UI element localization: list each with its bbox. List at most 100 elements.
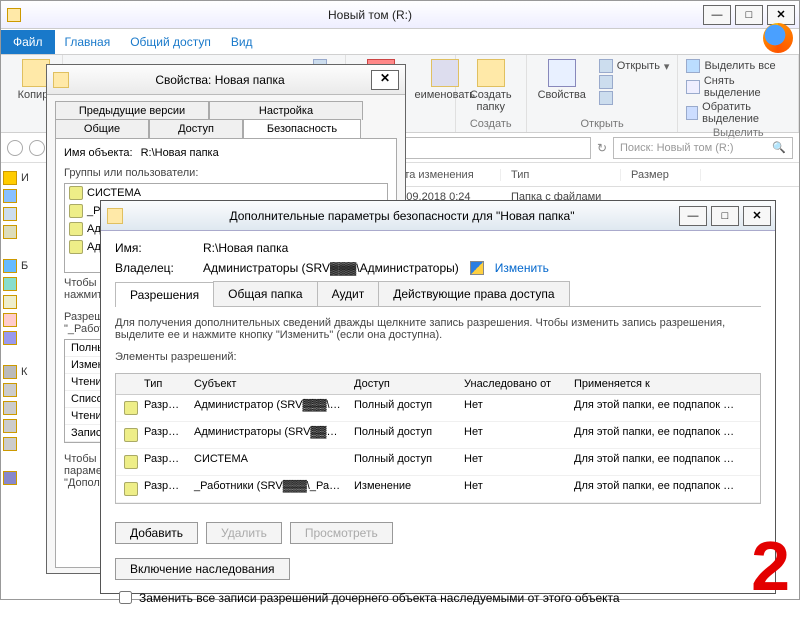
table-row[interactable]: Разр…_Работники (SRV▓▓▓\_Работ…Изменение… — [116, 476, 760, 503]
history-button[interactable] — [599, 91, 670, 105]
tab-view[interactable]: Вид — [221, 30, 263, 54]
new-folder-button[interactable]: Создать папку — [464, 59, 518, 113]
tab-general[interactable]: Общие — [55, 119, 149, 138]
nav-back-button[interactable] — [7, 140, 23, 156]
overlay-number: 2 — [751, 526, 790, 606]
recent-icon — [3, 225, 17, 239]
tab-share[interactable]: Общая папка — [213, 281, 317, 306]
window-title: Новый том (R:) — [41, 8, 699, 22]
video-icon — [3, 277, 17, 291]
minimize-button[interactable]: — — [703, 5, 731, 25]
view-button[interactable]: Просмотреть — [290, 522, 393, 544]
sidebar-item[interactable] — [3, 207, 43, 221]
table-row[interactable]: Разр…Администратор (SRV▓▓▓\Ад…Полный дос… — [116, 395, 760, 422]
tab-share[interactable]: Общий доступ — [120, 30, 221, 54]
sidebar-item[interactable] — [3, 277, 43, 291]
sidebar-item[interactable] — [3, 437, 43, 451]
object-label: Имя объекта: — [64, 147, 133, 159]
sidebar-item[interactable] — [3, 401, 43, 415]
drive-icon — [7, 8, 21, 22]
remove-button[interactable]: Удалить — [206, 522, 282, 544]
open-icon — [599, 59, 613, 73]
sidebar-item[interactable] — [3, 471, 43, 485]
elements-label: Элементы разрешений: — [115, 351, 761, 363]
search-icon: 🔍 — [772, 141, 786, 154]
tab-sharing[interactable]: Доступ — [149, 119, 243, 138]
sidebar: И Б К — [3, 167, 43, 489]
tab-audit[interactable]: Аудит — [317, 281, 380, 306]
select-invert-icon — [686, 106, 698, 120]
tab-permissions[interactable]: Разрешения — [115, 282, 214, 307]
properties-button[interactable]: Свойства — [535, 59, 589, 105]
owner-value: Администраторы (SRV▓▓▓\Администраторы) — [203, 261, 459, 275]
permissions-table: Тип Субъект Доступ Унаследовано от Приме… — [115, 373, 761, 504]
sidebar-item[interactable] — [3, 419, 43, 433]
sidebar-item[interactable] — [3, 295, 43, 309]
shield-icon — [470, 261, 484, 275]
tab-home[interactable]: Главная — [55, 30, 121, 54]
sidebar-item[interactable]: К — [3, 365, 43, 379]
replace-checkbox[interactable] — [119, 591, 132, 604]
table-header: Тип Субъект Доступ Унаследовано от Приме… — [116, 374, 760, 395]
tab-customize[interactable]: Настройка — [209, 101, 363, 120]
group-icon — [69, 222, 83, 236]
select-all-button[interactable]: Выделить все — [686, 59, 790, 73]
network-icon — [3, 471, 17, 485]
sidebar-item[interactable] — [3, 383, 43, 397]
search-input[interactable]: Поиск: Новый том (R:)🔍 — [613, 137, 793, 159]
table-row[interactable]: Разр…Администраторы (SRV▓▓▓\А…Полный дос… — [116, 422, 760, 449]
group-icon — [124, 428, 138, 442]
select-none-icon — [686, 80, 699, 94]
add-button[interactable]: Добавить — [115, 522, 198, 544]
table-row[interactable]: Разр…СИСТЕМАПолный доступНетДля этой пап… — [116, 449, 760, 476]
folder-icon — [53, 72, 69, 88]
tab-effective[interactable]: Действующие права доступа — [378, 281, 569, 306]
close-button[interactable]: ✕ — [767, 5, 795, 25]
pics-icon — [3, 313, 17, 327]
tab-previous-versions[interactable]: Предыдущие версии — [55, 101, 209, 120]
ribbon-tabs: Файл Главная Общий доступ Вид — [1, 29, 799, 55]
properties-titlebar: Свойства: Новая папка ✕ — [47, 65, 405, 95]
group-icon — [69, 186, 83, 200]
folder-icon — [107, 208, 123, 224]
close-button[interactable]: ✕ — [743, 206, 771, 226]
sidebar-item[interactable]: И — [3, 171, 43, 185]
download-icon — [3, 189, 17, 203]
sidebar-item[interactable] — [3, 313, 43, 327]
tab-security[interactable]: Безопасность — [243, 119, 361, 138]
sidebar-item[interactable]: Б — [3, 259, 43, 273]
music-icon — [3, 331, 17, 345]
file-tab[interactable]: Файл — [1, 30, 55, 54]
edit-button[interactable] — [599, 75, 670, 89]
maximize-button[interactable]: □ — [735, 5, 763, 25]
open-button[interactable]: Открыть▾ — [599, 59, 670, 73]
history-icon — [599, 91, 613, 105]
sidebar-item[interactable] — [3, 189, 43, 203]
maximize-button[interactable]: □ — [711, 206, 739, 226]
name-value: R:\Новая папка — [203, 241, 288, 255]
sidebar-item[interactable] — [3, 331, 43, 345]
select-all-icon — [686, 59, 700, 73]
close-button[interactable]: ✕ — [371, 70, 399, 90]
properties-title: Свойства: Новая папка — [75, 73, 365, 87]
docs-icon — [3, 295, 17, 309]
change-owner-link[interactable]: Изменить — [495, 261, 549, 275]
minimize-button[interactable]: — — [679, 206, 707, 226]
group-icon — [124, 482, 138, 496]
group-icon — [124, 455, 138, 469]
disk-icon — [3, 437, 17, 451]
disk-icon — [3, 383, 17, 397]
owner-label: Владелец: — [115, 261, 195, 275]
sidebar-item[interactable] — [3, 225, 43, 239]
select-invert-button[interactable]: Обратить выделение — [686, 101, 790, 125]
name-label: Имя: — [115, 241, 195, 255]
enable-inheritance-button[interactable]: Включение наследования — [115, 558, 290, 580]
select-none-button[interactable]: Снять выделение — [686, 75, 790, 99]
group-icon — [69, 204, 83, 218]
nav-fwd-button[interactable] — [29, 140, 45, 156]
advanced-security-dialog: Дополнительные параметры безопасности дл… — [100, 200, 776, 594]
library-icon — [3, 259, 17, 273]
firefox-icon — [763, 23, 793, 53]
list-header: Дата изменения Тип Размер — [381, 163, 799, 187]
advanced-title: Дополнительные параметры безопасности дл… — [129, 209, 675, 223]
